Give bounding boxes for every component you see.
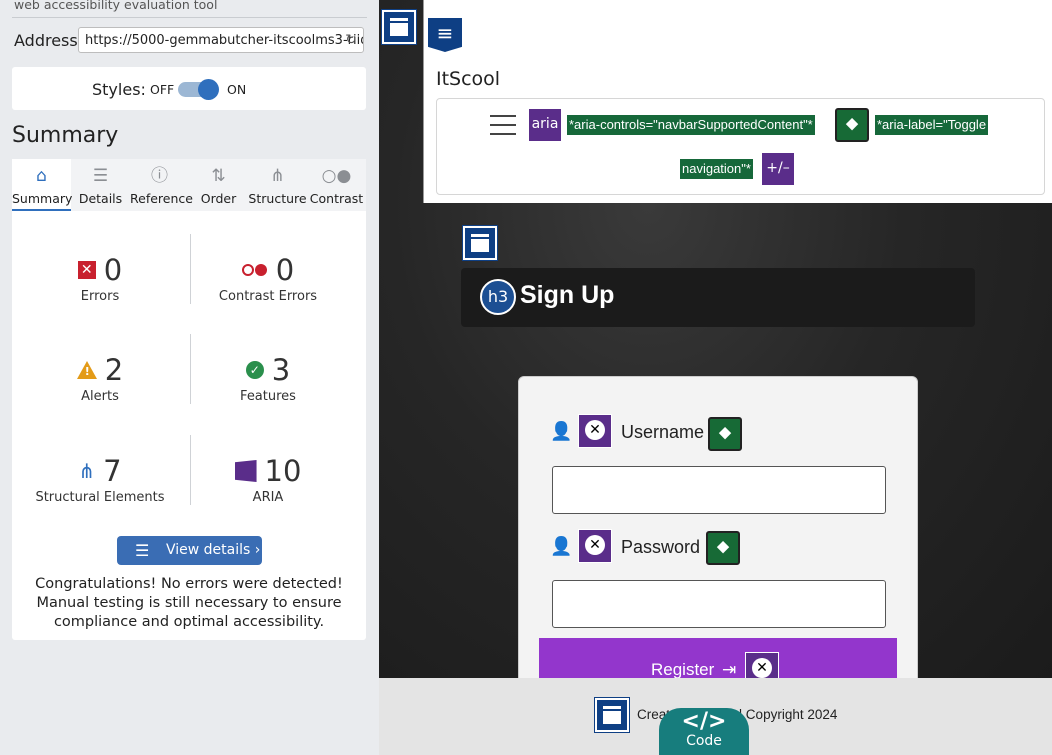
structural-stat[interactable]: ⋔ 7 Structural Elements: [12, 454, 188, 505]
aria-controls-tag: *aria-controls="navbarSupportedContent"*: [567, 115, 815, 135]
page-title: Sign Up: [520, 281, 615, 309]
username-label: Username: [621, 422, 705, 442]
aria-icon[interactable]: aria: [528, 108, 562, 142]
tag-icon[interactable]: ⬥: [708, 417, 742, 451]
structural-count: 7: [103, 454, 122, 488]
tab-label: Order: [200, 191, 237, 206]
username-input[interactable]: [552, 466, 886, 514]
tab-label: Reference: [130, 191, 193, 206]
wave-sidebar: web accessibility evaluation tool Addres…: [0, 0, 379, 755]
aria-icon: [234, 460, 257, 482]
errors-label: Errors: [80, 289, 120, 304]
styles-toggle-panel: Styles: OFF ON: [12, 67, 366, 110]
divider: [12, 17, 367, 18]
tab-label: Contrast: [309, 191, 364, 206]
tab-summary[interactable]: ⌂ Summary: [12, 159, 73, 211]
alerts-label: Alerts: [81, 389, 119, 404]
evaluated-page: ≡ ItScool aria *aria-controls="navbarSup…: [379, 0, 1052, 755]
footer: Created by Nobul Copyright 2024 </> Code: [379, 678, 1052, 755]
congrats-message: Congratulations! No errors were detected…: [35, 576, 343, 630]
navbar: ≡ ItScool aria *aria-controls="navbarSup…: [423, 0, 1052, 203]
contrast-error-icon: [241, 263, 268, 277]
structure-icon: ⋔: [78, 459, 96, 483]
address-label: Address:: [14, 31, 84, 50]
user-lock-icon: 👤: [550, 536, 573, 557]
aria-label: ARIA: [252, 490, 284, 505]
region-icon[interactable]: [595, 698, 629, 732]
tag-icon[interactable]: ⬥: [835, 108, 869, 142]
reload-icon[interactable]: ↻: [345, 32, 357, 48]
aria-count: 10: [264, 454, 302, 488]
password-input[interactable]: [552, 580, 886, 628]
styles-off-label: OFF: [150, 82, 175, 97]
contrast-icon: ○●: [321, 166, 352, 186]
alert-icon: !: [76, 361, 97, 379]
aria-label-tag-2: navigation"*: [680, 159, 753, 179]
wave-tagline: web accessibility evaluation tool: [14, 0, 218, 12]
features-label: Features: [240, 389, 296, 404]
view-details-label: View details ›: [166, 542, 261, 558]
code-label: Code: [686, 733, 722, 749]
features-count: 3: [271, 353, 291, 387]
tag-icon[interactable]: ⬥: [706, 531, 740, 565]
order-icon: ⇅: [211, 166, 226, 186]
error-icon: ✕: [77, 261, 96, 279]
home-icon: ⌂: [36, 166, 47, 186]
password-label: Password: [621, 537, 701, 557]
tab-reference[interactable]: ⓘ Reference: [130, 159, 193, 211]
tab-label: Summary: [12, 191, 73, 206]
register-label: Register: [651, 660, 715, 679]
structural-label: Structural Elements: [35, 490, 165, 505]
region-icon[interactable]: [463, 226, 497, 260]
summary-panel: ⌂ Summary ☰ Details ⓘ Reference ⇅ Order …: [12, 159, 366, 640]
info-icon: ⓘ: [151, 166, 168, 186]
tab-label: Details: [78, 191, 123, 206]
navigation-icon[interactable]: ≡: [428, 18, 462, 52]
summary-heading: Summary: [12, 123, 119, 148]
sign-in-icon: ⇥: [722, 660, 737, 679]
brand-logo[interactable]: ItScool: [436, 68, 500, 90]
tab-label: Structure: [248, 191, 307, 206]
navbar-collapse: aria *aria-controls="navbarSupportedCont…: [436, 98, 1045, 195]
aria-stat[interactable]: 10 ARIA: [180, 454, 356, 505]
tab-order[interactable]: ⇅ Order: [189, 159, 248, 211]
contrast-errors-label: Contrast Errors: [218, 289, 318, 304]
user-gear-icon: 👤: [550, 421, 573, 442]
address-input[interactable]: https://5000-gemmabutcher-itscoolms3-rii…: [78, 27, 364, 53]
heading-level-badge[interactable]: h3: [480, 279, 516, 315]
screen: web accessibility evaluation tool Addres…: [0, 0, 1052, 755]
missing-label-icon[interactable]: ✕: [578, 529, 612, 563]
tab-contrast[interactable]: ○● Contrast: [307, 159, 366, 211]
list-icon: ☰: [92, 166, 109, 186]
feature-check-icon: ✓: [245, 361, 264, 379]
tab-structure[interactable]: ⋔ Structure: [248, 159, 307, 211]
alerts-stat[interactable]: ! 2 Alerts: [12, 353, 188, 404]
list-icon: ☰: [135, 541, 150, 560]
view-details-button[interactable]: ☰ View details ›: [117, 536, 262, 565]
menu-toggle-icon[interactable]: [490, 115, 516, 135]
features-stat[interactable]: ✓ 3 Features: [180, 353, 356, 404]
tab-bar: ⌂ Summary ☰ Details ⓘ Reference ⇅ Order …: [12, 159, 366, 211]
missing-label-icon[interactable]: ✕: [578, 414, 612, 448]
errors-stat[interactable]: ✕ 0 Errors: [12, 253, 188, 304]
code-button[interactable]: </> Code: [659, 708, 749, 755]
errors-count: 0: [103, 253, 123, 287]
styles-on-label: ON: [227, 82, 247, 97]
contrast-errors-count: 0: [275, 253, 295, 287]
styles-label: Styles:: [92, 80, 146, 99]
aria-label-tag-1: *aria-label="Toggle: [875, 115, 989, 135]
alerts-count: 2: [104, 353, 124, 387]
contrast-errors-stat[interactable]: 0 Contrast Errors: [180, 253, 356, 304]
code-icon: </>: [681, 709, 727, 734]
region-icon[interactable]: [382, 10, 416, 44]
heading-container: h3 Sign Up: [461, 268, 975, 327]
tab-details[interactable]: ☰ Details: [71, 159, 130, 211]
styles-toggle-knob[interactable]: [198, 79, 219, 100]
register-button[interactable]: Register ⇥: [539, 638, 897, 680]
structure-icon: ⋔: [270, 166, 285, 186]
address-value: https://5000-gemmabutcher-itscoolms3-rii…: [85, 33, 364, 48]
aria-expanded-icon[interactable]: +/–: [761, 152, 795, 186]
